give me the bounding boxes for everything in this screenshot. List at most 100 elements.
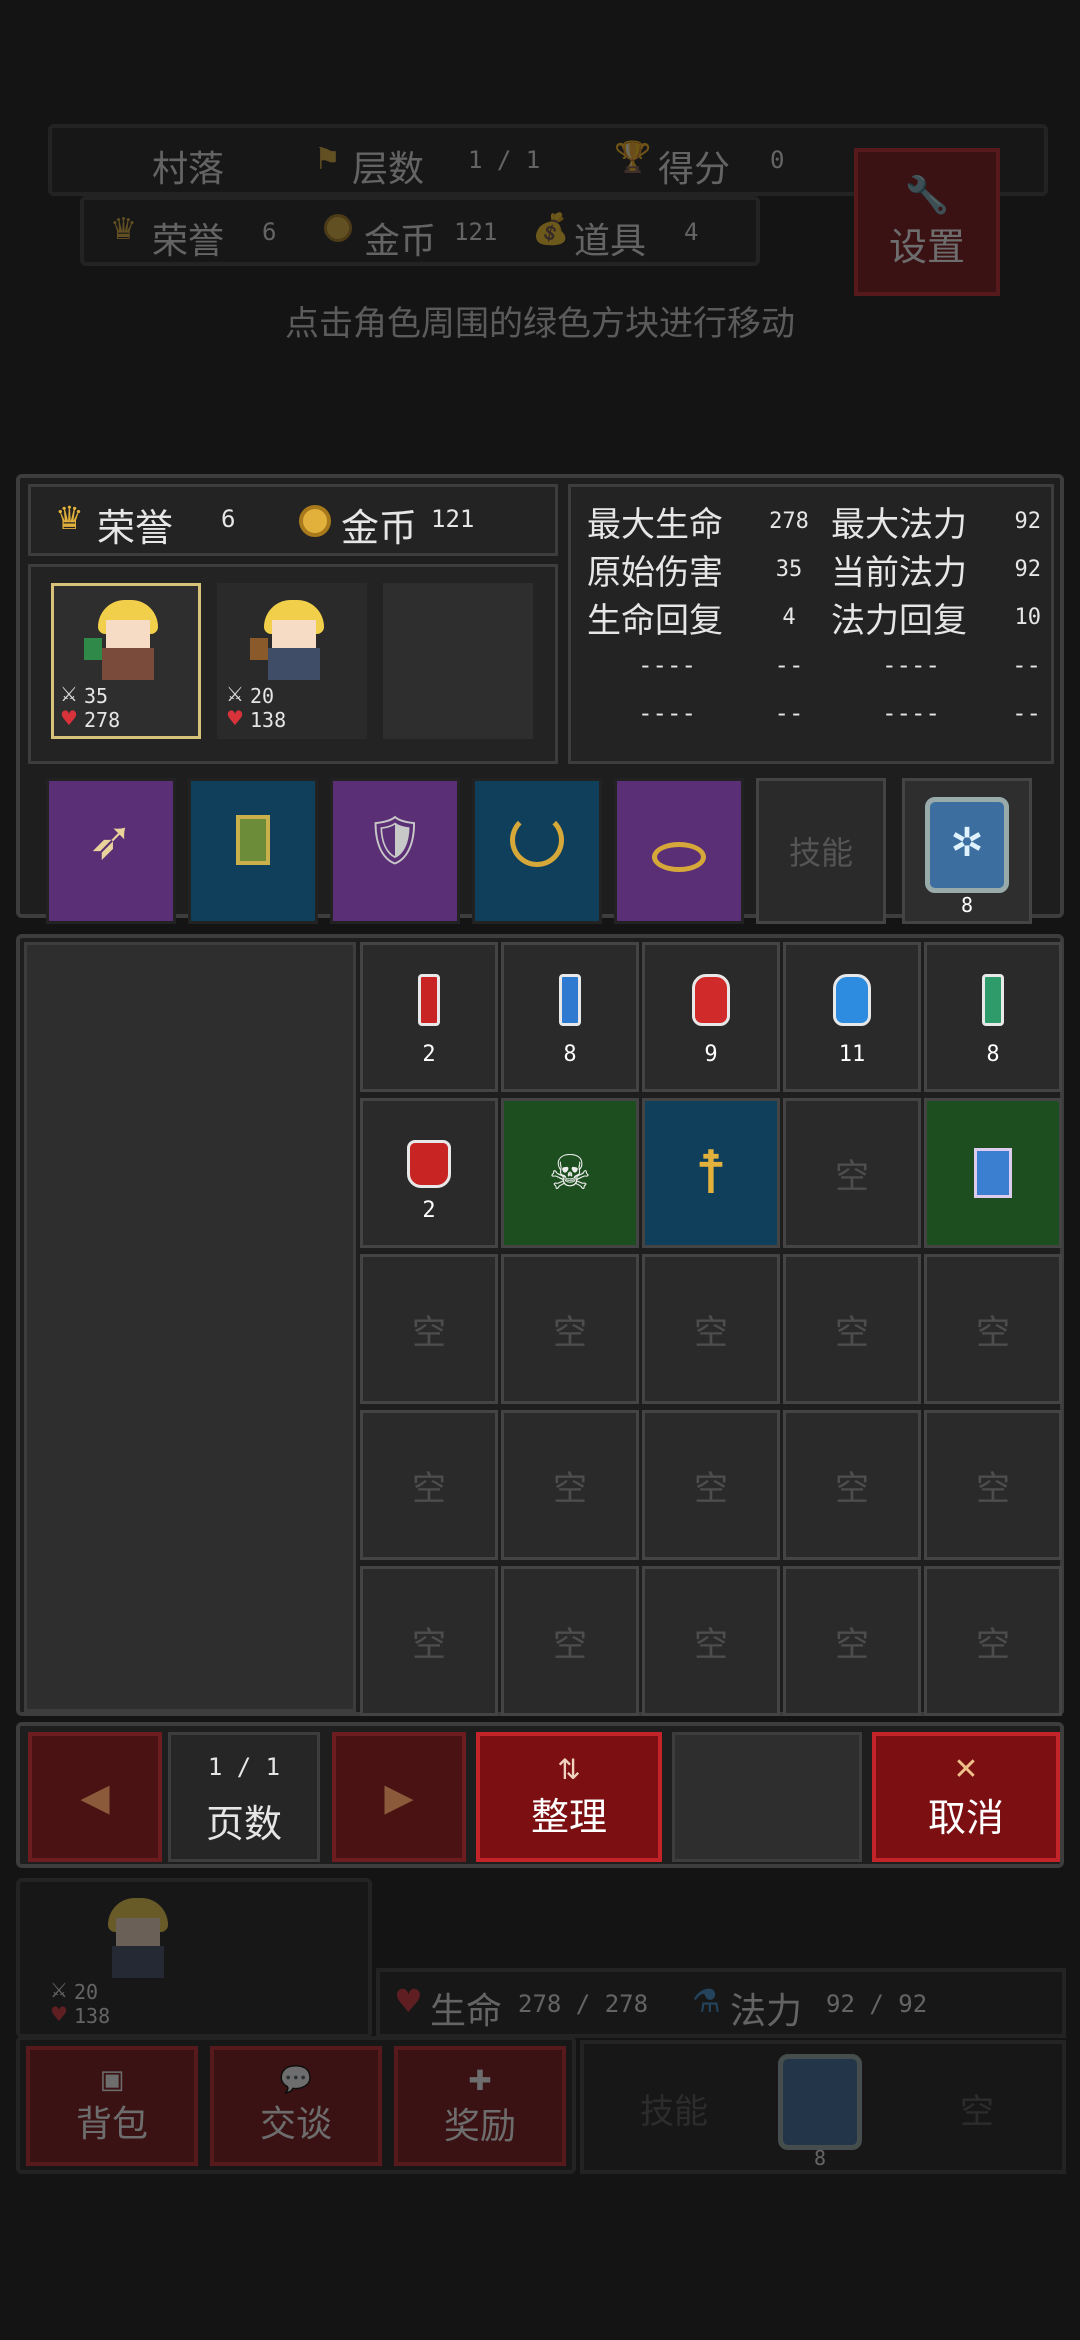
inv-slot-blue-potion-small[interactable]: 8 — [501, 942, 639, 1092]
empty-label: 空 — [835, 1312, 869, 1353]
inv-slot-flask[interactable]: 2 — [360, 1098, 498, 1248]
empty-label: 空 — [976, 1312, 1010, 1353]
sort-button[interactable]: ⇅ 整理 — [476, 1732, 662, 1862]
skill-count: 8 — [813, 2146, 827, 2170]
inv-slot-empty[interactable]: 空 — [783, 1254, 921, 1404]
empty-label: 空 — [412, 1468, 446, 1509]
empty-label: 空 — [553, 1624, 587, 1665]
equip-slot-bow[interactable]: ➶ — [46, 778, 176, 924]
inv-slot-green-potion[interactable]: 8 — [924, 942, 1062, 1092]
inv-slot-staff[interactable]: ☨ — [642, 1098, 780, 1248]
inv-slot-empty[interactable]: 空 — [783, 1098, 921, 1248]
inv-slot-blue-potion-large[interactable]: 11 — [783, 942, 921, 1092]
arrow-left-icon: ◀ — [80, 1775, 110, 1819]
bottom-hud: ⚔ 20 ♥ 138 ♥ 生命 278 / 278 ⚗ 法力 92 / 92 ▣… — [0, 1874, 1080, 2174]
inventory-grid: 2 8 9 11 8 2 ☠ ☨ 空 空 空 空 空 空 空 空 空 空 空 空… — [360, 938, 1066, 1718]
skill-slot[interactable]: 8 — [772, 2054, 868, 2170]
stat-row-1: 最大生命 278 最大法力 92 — [587, 497, 1041, 545]
inv-slot-empty[interactable]: 空 — [360, 1254, 498, 1404]
inv-slot-empty[interactable]: 空 — [501, 1254, 639, 1404]
inv-slot-empty[interactable]: 空 — [924, 1254, 1062, 1404]
empty-label[interactable]: 空 — [960, 2084, 994, 2133]
hero-slot-empty[interactable] — [383, 583, 533, 739]
mp-regen-value: 10 — [1014, 604, 1042, 630]
staff-icon: ☨ — [694, 1138, 728, 1208]
settings-label: 设置 — [888, 224, 965, 269]
hero-card-2[interactable]: ⚔ 20 ♥ 138 — [217, 583, 367, 739]
equip-slot-necklace[interactable] — [472, 778, 602, 924]
skill-bar: 技能 8 空 — [580, 2040, 1066, 2174]
settings-button[interactable]: 🔧 设置 — [854, 148, 1000, 296]
inv-slot-red-potion-small[interactable]: 2 — [360, 942, 498, 1092]
hero-hp: 278 — [84, 708, 121, 732]
cancel-button[interactable]: ✕ 取消 — [872, 1732, 1060, 1862]
cur-mp-label: 当前法力 — [831, 552, 967, 593]
skill-count: 8 — [960, 893, 974, 917]
equip-slot-card[interactable] — [188, 778, 318, 924]
inv-slot-empty[interactable]: 空 — [360, 1566, 498, 1716]
next-page-button[interactable]: ▶ — [332, 1732, 466, 1862]
score-value: 0 — [770, 146, 785, 174]
active-hero-frame[interactable]: ⚔ 20 ♥ 138 — [16, 1878, 372, 2038]
trophy-icon: 🏆 — [614, 140, 652, 175]
talk-button[interactable]: 💬 交谈 — [210, 2046, 382, 2166]
heart-icon: ♥ — [394, 1982, 423, 2020]
empty-label: 空 — [412, 1624, 446, 1665]
inv-slot-empty[interactable]: 空 — [501, 1566, 639, 1716]
empty-label: 空 — [694, 1312, 728, 1353]
inv-slot-empty[interactable]: 空 — [642, 1566, 780, 1716]
hero-hp: 138 — [74, 2004, 111, 2028]
blank-stat-value: -- — [1012, 699, 1041, 727]
inv-slot-empty[interactable]: 空 — [642, 1254, 780, 1404]
inv-slot-red-potion-large[interactable]: 9 — [642, 942, 780, 1092]
blank-stat-value: -- — [1012, 651, 1041, 679]
item-count: 9 — [704, 1042, 718, 1067]
inv-slot-empty[interactable]: 空 — [360, 1410, 498, 1560]
armor-icon: 🛡 — [364, 812, 426, 869]
honor-label: 荣誉 — [152, 221, 225, 262]
inv-slot-empty[interactable]: 空 — [924, 1410, 1062, 1560]
prev-page-button[interactable]: ◀ — [28, 1732, 162, 1862]
equip-slot-skill-empty[interactable]: 技能 — [756, 778, 886, 924]
cancel-label: 取消 — [927, 1796, 1004, 1840]
hero-hp: 138 — [250, 708, 287, 732]
hp-label: 生命 — [430, 1991, 503, 2032]
inv-slot-empty[interactable]: 空 — [783, 1566, 921, 1716]
page-indicator: 1 / 1 页数 — [168, 1732, 320, 1862]
hero-atk: 20 — [74, 1980, 99, 2004]
bag-button[interactable]: ▣ 背包 — [26, 2046, 198, 2166]
inv-slot-skull-necklace[interactable]: ☠ — [501, 1098, 639, 1248]
items-value: 4 — [684, 218, 699, 246]
empty-label: 空 — [694, 1468, 728, 1509]
hero-card-1[interactable]: ⚔ 35 ♥ 278 — [51, 583, 201, 739]
skill-label: 技能 — [788, 834, 853, 872]
equipment-row: ➶ 🛡 技能 ✲ 8 — [28, 768, 1056, 924]
items-label: 道具 — [574, 221, 647, 262]
reward-button[interactable]: ✚ 奖励 — [394, 2046, 566, 2166]
empty-label: 空 — [835, 1624, 869, 1665]
item-count: 8 — [986, 1042, 1000, 1067]
equip-slot-ring[interactable] — [614, 778, 744, 924]
sword-icon: ⚔ — [50, 1978, 68, 2002]
page-value: 1 / 1 — [207, 1753, 281, 1781]
plus-icon: ✚ — [468, 2063, 492, 2097]
equip-slot-armor[interactable]: 🛡 — [330, 778, 460, 924]
inv-slot-empty[interactable]: 空 — [501, 1410, 639, 1560]
move-hint: 点击角色周围的绿色方块进行移动 — [285, 304, 795, 344]
inv-slot-scroll-card[interactable] — [924, 1098, 1062, 1248]
score-label: 得分 — [658, 149, 731, 190]
bow-icon: ➶ — [88, 808, 134, 872]
inv-slot-empty[interactable]: 空 — [642, 1410, 780, 1560]
inv-slot-empty[interactable]: 空 — [783, 1410, 921, 1560]
wrench-icon: 🔧 — [904, 174, 950, 216]
speech-icon: 💬 — [279, 2065, 313, 2095]
skill-slot[interactable]: ✲ 8 — [902, 778, 1032, 924]
item-count: 11 — [838, 1042, 866, 1067]
hp-regen-value: 4 — [782, 604, 796, 630]
skill-label[interactable]: 技能 — [640, 2084, 708, 2133]
top-bar-row2: ♛ 荣誉 6 金币 121 💰 道具 4 — [80, 196, 760, 266]
stat-row-2: 原始伤害 35 当前法力 92 — [587, 545, 1041, 593]
max-mp-value: 92 — [1014, 508, 1042, 534]
gold-value: 121 — [454, 218, 498, 246]
inv-slot-empty[interactable]: 空 — [924, 1566, 1062, 1716]
